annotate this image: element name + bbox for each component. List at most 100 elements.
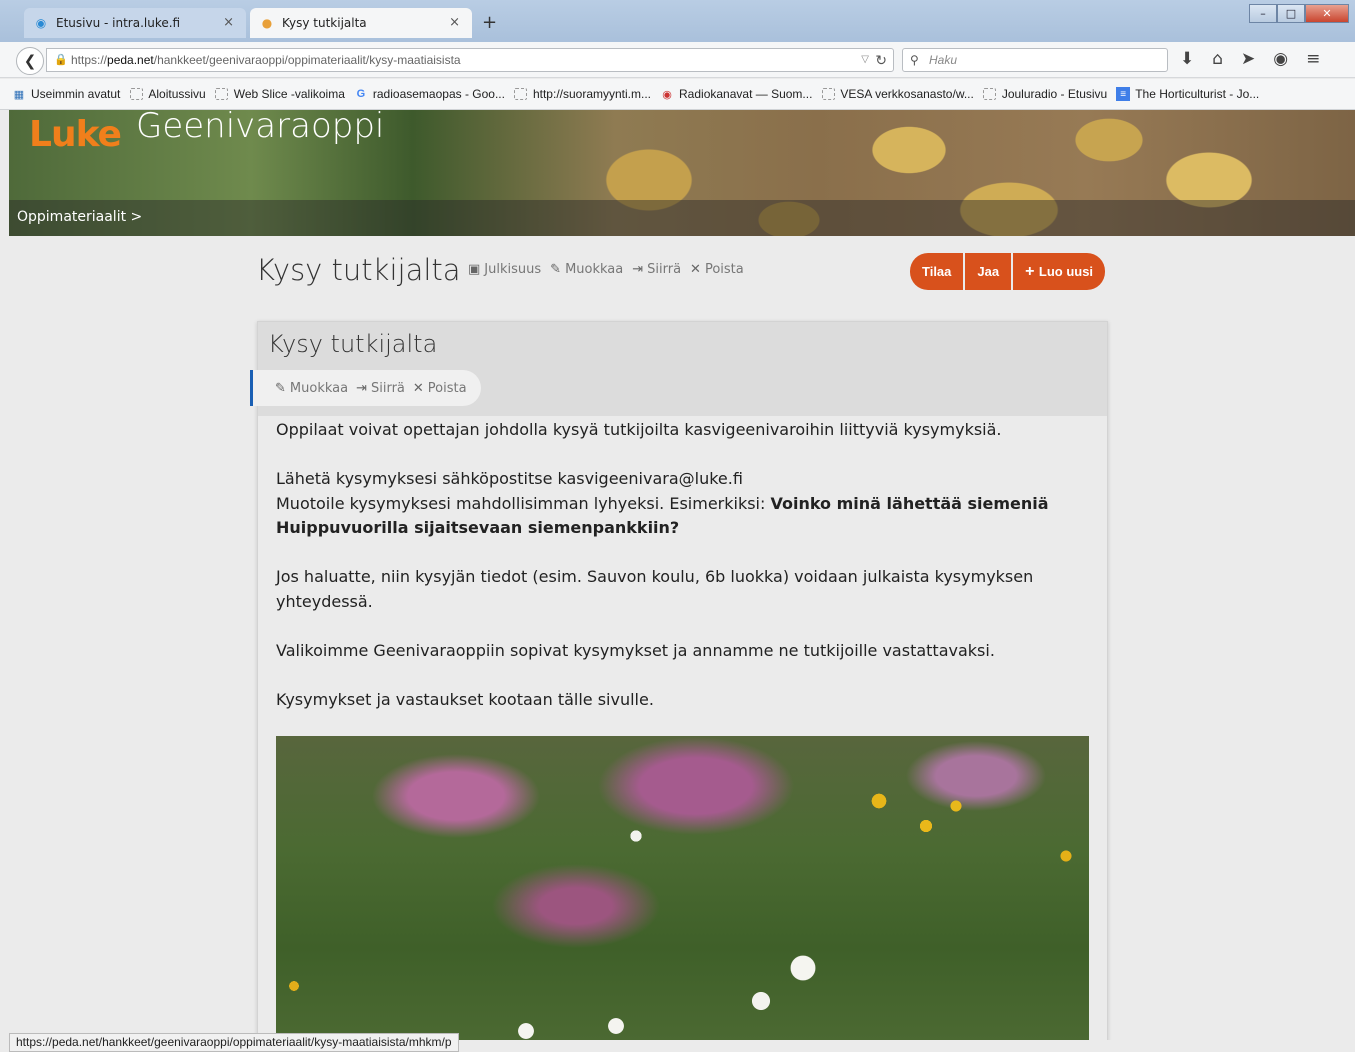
tilaa-button[interactable]: Tilaa [910, 253, 964, 290]
privacy-icon: ▣ [468, 262, 481, 277]
paragraph: Lähetä kysymyksesi sähköpostitse kasvige… [276, 467, 1066, 541]
chat-icon[interactable]: ◉ [1273, 49, 1288, 69]
bookmark-label: http://suoramyynti.m... [532, 87, 652, 101]
julkisuus-button[interactable]: ▣ Julkisuus [468, 262, 541, 277]
jaa-button[interactable]: Jaa [965, 253, 1012, 290]
close-icon[interactable]: × [449, 15, 460, 30]
page-actions: Tilaa Jaa + Luo uusi [910, 253, 1106, 290]
delete-x-icon: ✕ [690, 262, 701, 277]
bookmark-item[interactable]: http://suoramyynti.m... [514, 87, 651, 101]
move-icon: ⇥ [632, 262, 644, 277]
muokkaa-button[interactable]: ✎ Muokkaa [550, 262, 623, 277]
back-arrow-icon[interactable]: ❮ [16, 47, 44, 75]
toolbar-icons: ⬇ ⌂ ➤ ◉ ≡ [1180, 49, 1320, 69]
page-viewport: Luke Geenivaraoppi Oppimateriaalit > Kys… [9, 110, 1355, 1040]
content-card: Kysy tutkijalta ✎ Muokkaa ⇥ Siirrä ✕ Poista… [250, 321, 1108, 1040]
bookmark-label: Aloitussivu [148, 87, 206, 101]
folder-icon [129, 87, 143, 101]
bookmark-item[interactable]: Jouluradio - Etusivu [983, 87, 1107, 101]
bookmark-label: Radiokanavat — Suom... [679, 87, 813, 101]
tool-label: Poista [704, 262, 744, 277]
search-placeholder: Haku [929, 53, 958, 67]
home-icon[interactable]: ⌂ [1212, 49, 1223, 69]
menu-icon[interactable]: ≡ [1306, 49, 1320, 69]
meadow-flowers-photo [276, 736, 1089, 1040]
url-bar[interactable]: 🔒 https://peda.net/hankkeet/geenivaraopp… [46, 48, 894, 72]
tab-kysy-tutkijalta[interactable]: ● Kysy tutkijalta × [250, 8, 472, 38]
tab-label: Etusivu - intra.luke.fi [56, 16, 181, 30]
url-prefix: https:// [71, 53, 108, 67]
card-body: Oppilaat voivat opettajan johdolla kysyä… [276, 418, 1066, 737]
paragraph: Kysymykset ja vastaukset kootaan tälle s… [276, 689, 654, 709]
folder-icon [215, 87, 229, 101]
tool-label: Julkisuus [484, 262, 542, 277]
window-controls: – □ ✕ [1249, 4, 1349, 23]
google-icon: G [356, 88, 366, 100]
page-title: Kysy tutkijalta [256, 253, 461, 287]
minimize-icon[interactable]: – [1249, 4, 1277, 23]
luo-uusi-button[interactable]: + Luo uusi [1013, 253, 1106, 290]
tool-label: Poista [427, 380, 467, 396]
card-header: Kysy tutkijalta ✎ Muokkaa ⇥ Siirrä ✕ Poista [250, 322, 1107, 416]
bookmark-item[interactable]: ≡ The Horticulturist - Jo... [1116, 87, 1259, 101]
bookmark-label: Web Slice -valikoima [233, 87, 345, 101]
card-title: Kysy tutkijalta [268, 330, 438, 358]
page-header: Kysy tutkijalta ▣ Julkisuus ✎ Muokkaa ⇥ Sii… [256, 253, 1116, 293]
siirra-button[interactable]: ⇥ Siirrä [356, 381, 405, 396]
lock-icon: 🔒 [54, 54, 68, 66]
poista-button[interactable]: ✕ Poista [413, 381, 467, 396]
bookmark-item[interactable]: Aloitussivu [129, 87, 206, 101]
dropdown-icon[interactable]: ▽ [861, 49, 869, 71]
bookmarks-bar: ▦ Useimmin avatut Aloitussivu Web Slice -… [0, 79, 1355, 110]
bookmark-item[interactable]: Web Slice -valikoima [215, 87, 345, 101]
bookmark-item[interactable]: ◉ Radiokanavat — Suom... [660, 87, 812, 101]
tab-label: Kysy tutkijalta [282, 16, 367, 30]
download-icon[interactable]: ⬇ [1180, 49, 1194, 69]
bookmark-item[interactable]: ▦ Useimmin avatut [12, 87, 121, 101]
search-icon: ⚲ [910, 53, 919, 67]
chat-bubble-icon: ◉ [35, 16, 47, 30]
email-line: Lähetä kysymyksesi sähköpostitse kasvige… [276, 469, 743, 488]
instruction-text: Muotoile kysymyksesi mahdollisimman lyhy… [276, 493, 771, 513]
paragraph: Jos haluatte, niin kysyjän tiedot (esim.… [276, 567, 1034, 611]
peda-favicon: ● [261, 16, 273, 30]
maximize-icon[interactable]: □ [1277, 4, 1305, 23]
siirra-button[interactable]: ⇥ Siirrä [632, 262, 681, 277]
bookmark-label: radioasemaopas - Goo... [372, 87, 505, 101]
reload-icon[interactable]: ↻ [875, 49, 887, 71]
tab-etusivu[interactable]: ◉ Etusivu - intra.luke.fi × [24, 8, 246, 38]
page-tools: ▣ Julkisuus ✎ Muokkaa ⇥ Siirrä ✕ Poista [468, 262, 744, 277]
header-banner: Luke Geenivaraoppi Oppimateriaalit > [9, 110, 1355, 236]
plus-icon: + [1025, 263, 1039, 280]
poista-button[interactable]: ✕ Poista [690, 262, 744, 277]
card-tools: ✎ Muokkaa ⇥ Siirrä ✕ Poista [250, 370, 481, 406]
site-title[interactable]: Geenivaraoppi [136, 110, 384, 146]
browser-titlebar: ◉ Etusivu - intra.luke.fi × ● Kysy tutki… [0, 0, 1355, 42]
navigation-bar: ❮ 🔒 https://peda.net/hankkeet/geenivarao… [0, 42, 1355, 78]
luke-logo[interactable]: Luke [29, 114, 122, 155]
new-tab-button[interactable]: + [482, 12, 497, 33]
paragraph: Oppilaat voivat opettajan johdolla kysyä… [276, 420, 1002, 439]
breadcrumb[interactable]: Oppimateriaalit > [17, 209, 142, 225]
tool-label: Siirrä [370, 380, 405, 396]
pencil-icon: ✎ [275, 380, 286, 396]
bookmark-item[interactable]: Gradioasemaopas - Goo... [354, 87, 505, 101]
tool-label: Siirrä [647, 262, 682, 277]
bookmark-item[interactable]: VESA verkkosanasto/w... [821, 87, 974, 101]
bookmark-label: Useimmin avatut [31, 87, 121, 101]
google-docs-icon: ≡ [1116, 87, 1131, 101]
pencil-icon: ✎ [550, 262, 562, 277]
send-icon[interactable]: ➤ [1241, 49, 1255, 69]
bookmark-label: VESA verkkosanasto/w... [840, 87, 974, 101]
close-icon[interactable]: × [223, 15, 234, 30]
close-window-icon[interactable]: ✕ [1305, 4, 1349, 23]
search-input[interactable]: ⚲ Haku [902, 48, 1168, 72]
folder-icon [514, 87, 528, 101]
url-path: /hankkeet/geenivaraoppi/oppimateriaalit/… [153, 53, 461, 67]
most-visited-icon: ▦ [13, 88, 25, 101]
muokkaa-button[interactable]: ✎ Muokkaa [275, 381, 348, 396]
banner-shade [9, 200, 1355, 236]
radio-icon: ◉ [662, 88, 672, 101]
move-icon: ⇥ [356, 380, 367, 396]
status-bar-url: https://peda.net/hankkeet/geenivaraoppi/… [9, 1033, 459, 1052]
